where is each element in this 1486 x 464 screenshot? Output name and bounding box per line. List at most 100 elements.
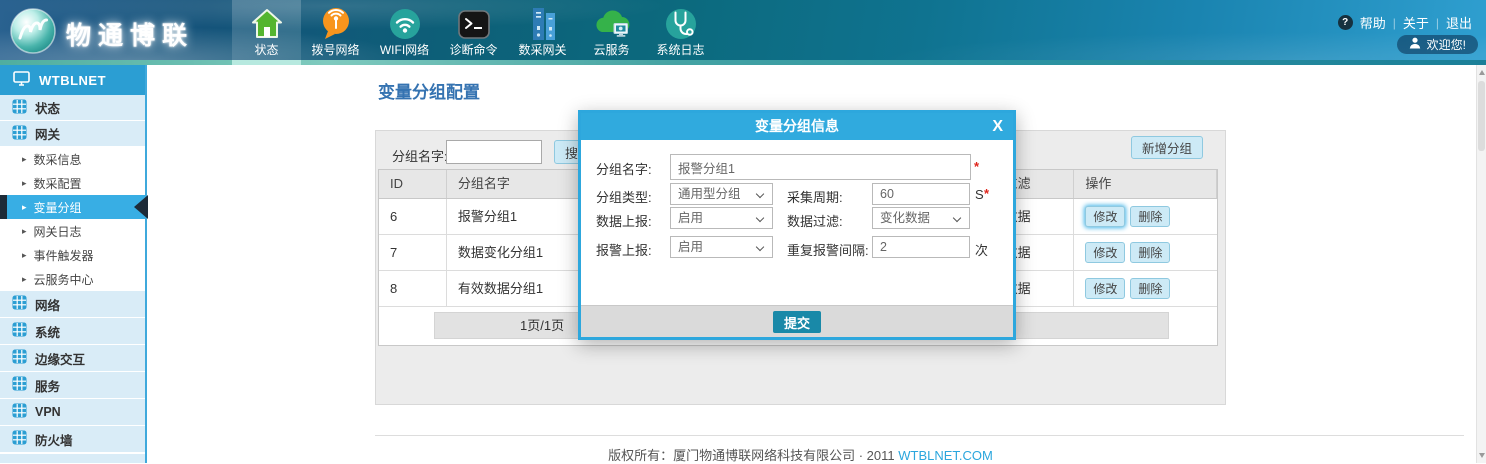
caret-right-icon: ▸ <box>22 178 27 189</box>
submit-button[interactable]: 提交 <box>773 311 821 333</box>
sidebar-item-label: VPN <box>35 405 61 419</box>
nav-item-label: 诊断命令 <box>449 44 497 56</box>
group-name-input[interactable] <box>670 154 971 180</box>
caret-right-icon: ▸ <box>22 154 27 165</box>
group-type-select[interactable]: 通用型分组 <box>670 183 773 205</box>
footer-divider <box>375 435 1464 436</box>
grid-icon <box>12 125 27 143</box>
edit-button[interactable]: 修改 <box>1085 242 1125 263</box>
scroll-down-icon[interactable] <box>1479 453 1485 458</box>
sidebar-item-system[interactable]: 系统 <box>0 318 145 345</box>
sidebar-item-edge-interaction[interactable]: 边缘交互 <box>0 345 145 372</box>
collect-period-input[interactable] <box>872 183 970 205</box>
sidebar: WTBLNET 状态 网关 ▸ 数采信息 ▸ 数采配置 ▸ 变量分组 ▸ 网关日… <box>0 65 147 463</box>
cell-actions: 修改 删除 <box>1074 271 1217 306</box>
cell-id: 8 <box>379 271 447 306</box>
data-filter-value: 变化数据 <box>880 211 930 225</box>
alarm-report-label: 报警上报: <box>596 240 652 259</box>
link-separator: | <box>1436 16 1439 30</box>
sidebar-item-gateway[interactable]: 网关 <box>0 121 145 147</box>
scrollbar-thumb[interactable] <box>1478 81 1485 151</box>
help-link[interactable]: 帮助 <box>1360 13 1386 32</box>
terminal-icon <box>457 0 491 44</box>
grid-icon <box>12 99 27 117</box>
edit-button[interactable]: 修改 <box>1085 278 1125 299</box>
close-icon[interactable]: X <box>992 113 1003 140</box>
about-link[interactable]: 关于 <box>1403 13 1429 32</box>
dialog-footer: 提交 <box>581 305 1013 337</box>
data-filter-label: 数据过滤: <box>787 211 843 230</box>
logout-link[interactable]: 退出 <box>1446 13 1472 32</box>
sidebar-item-label: 数采信息 <box>34 151 82 168</box>
nav-item-dial-network[interactable]: 拨号网络 <box>301 0 370 65</box>
alarm-report-select[interactable]: 启用 <box>670 236 773 258</box>
help-icon[interactable]: ? <box>1338 15 1353 30</box>
sidebar-partial-row <box>0 453 145 463</box>
sidebar-item-label: 云服务中心 <box>34 271 94 288</box>
nav-item-system-log[interactable]: 系统日志 <box>646 0 715 65</box>
sidebar-item-label: 网关日志 <box>34 223 82 240</box>
gateway-icon <box>526 0 560 44</box>
scrollbar[interactable] <box>1476 65 1486 463</box>
group-name-label: 分组名字: <box>596 159 652 178</box>
grid-icon <box>12 403 27 421</box>
sidebar-item-firewall[interactable]: 防火墙 <box>0 426 145 453</box>
sidebar-item-label: 服务 <box>35 376 60 395</box>
sidebar-item-cloud-center[interactable]: ▸ 云服务中心 <box>0 267 145 291</box>
nav-item-label: 数采网关 <box>518 44 566 56</box>
search-input[interactable] <box>446 140 542 164</box>
sidebar-item-service[interactable]: 服务 <box>0 372 145 399</box>
sidebar-item-vpn[interactable]: VPN <box>0 399 145 426</box>
nav-item-diagnostic-command[interactable]: 诊断命令 <box>439 0 508 65</box>
delete-button[interactable]: 删除 <box>1130 278 1170 299</box>
sidebar-item-label: 网关 <box>35 124 60 143</box>
header-links: ? 帮助 | 关于 | 退出 <box>1338 13 1472 32</box>
page-title: 变量分组配置 <box>378 78 480 103</box>
table-header-actions: 操作 <box>1074 170 1217 198</box>
welcome-button[interactable]: 欢迎您! <box>1397 35 1478 54</box>
sidebar-item-data-info[interactable]: ▸ 数采信息 <box>0 147 145 171</box>
required-asterisk: * <box>984 186 989 201</box>
delete-button[interactable]: 删除 <box>1130 206 1170 227</box>
caret-right-icon: ▸ <box>22 274 27 285</box>
repeat-interval-label: 重复报警间隔: <box>787 240 869 259</box>
footer-copyright: 版权所有：厦门物通博联网络科技有限公司 · 2011 WTBLNET.COM <box>375 445 1226 464</box>
home-icon <box>250 0 284 44</box>
sidebar-item-label: 系统 <box>35 322 60 341</box>
sidebar-item-network[interactable]: 网络 <box>0 291 145 318</box>
cell-actions: 修改 删除 <box>1074 199 1217 234</box>
nav-item-data-gateway[interactable]: 数采网关 <box>508 0 577 65</box>
scroll-up-icon[interactable] <box>1479 70 1485 75</box>
sidebar-title: WTBLNET <box>39 73 106 88</box>
grid-icon <box>12 376 27 394</box>
sidebar-item-label: 变量分组 <box>34 199 82 216</box>
sidebar-item-label: 状态 <box>35 98 60 117</box>
caret-right-icon: ▸ <box>22 250 27 261</box>
caret-right-icon: ▸ <box>22 226 27 237</box>
edit-button[interactable]: 修改 <box>1085 206 1125 227</box>
nav-item-label: WIFI网络 <box>380 44 429 56</box>
repeat-interval-input[interactable] <box>872 236 970 258</box>
footer-link[interactable]: WTBLNET.COM <box>898 448 993 463</box>
sidebar-item-label: 边缘交互 <box>35 349 85 368</box>
wifi-icon <box>387 0 423 44</box>
sidebar-item-event-trigger[interactable]: ▸ 事件触发器 <box>0 243 145 267</box>
nav-item-wifi-network[interactable]: WIFI网络 <box>370 0 439 65</box>
chevron-down-icon <box>756 190 764 198</box>
data-filter-select[interactable]: 变化数据 <box>872 207 970 229</box>
dialog-header: 变量分组信息 X <box>581 113 1013 140</box>
logo: 物通博联 <box>10 8 194 59</box>
nav-item-label: 系统日志 <box>656 44 704 56</box>
nav-item-label: 云服务 <box>593 44 629 56</box>
nav-item-status[interactable]: 状态 <box>232 0 301 65</box>
delete-button[interactable]: 删除 <box>1130 242 1170 263</box>
data-report-select[interactable]: 启用 <box>670 207 773 229</box>
nav-item-cloud-service[interactable]: 云服务 <box>577 0 646 65</box>
sidebar-item-status[interactable]: 状态 <box>0 95 145 121</box>
add-group-button[interactable]: 新增分组 <box>1131 136 1203 159</box>
sidebar-item-data-config[interactable]: ▸ 数采配置 <box>0 171 145 195</box>
copyright-text: 版权所有：厦门物通博联网络科技有限公司 <box>608 448 855 463</box>
sidebar-item-gateway-log[interactable]: ▸ 网关日志 <box>0 219 145 243</box>
sidebar-item-variable-group[interactable]: ▸ 变量分组 <box>0 195 145 219</box>
collect-period-label: 采集周期: <box>787 187 843 206</box>
